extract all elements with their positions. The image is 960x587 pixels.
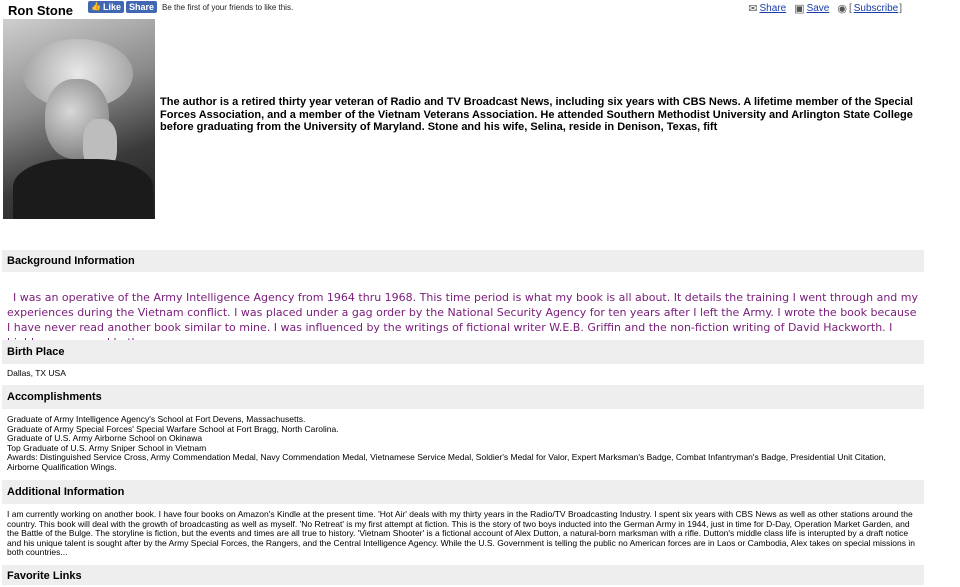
list-item: Awards: Distinguished Service Cross, Arm… <box>7 452 886 472</box>
section-header-background: Background Information <box>2 250 924 272</box>
fb-share-button[interactable]: Share <box>125 1 157 13</box>
subscribe-link[interactable]: Subscribe <box>854 3 898 14</box>
fb-like-button[interactable]: 👍 Like <box>88 1 124 13</box>
author-photo <box>3 19 155 219</box>
rss-icon: ◉ <box>837 3 847 15</box>
top-links: ✉ Share ▣ Save ◉ [ Subscribe ] <box>748 3 902 15</box>
accomplishments-list: Graduate of Army Intelligence Agency's S… <box>7 414 918 472</box>
thumbs-up-icon: 👍 <box>91 2 101 11</box>
additional-text: I am currently working on another book. … <box>7 509 915 557</box>
section-title: Birth Place <box>7 346 65 358</box>
section-header-accomplishments: Accomplishments <box>2 385 924 409</box>
author-bio: The author is a retired thirty year vete… <box>160 96 913 133</box>
section-header-additional: Additional Information <box>2 480 924 504</box>
fb-like-text: Be the first of your friends to like thi… <box>162 2 294 12</box>
author-name: Ron Stone <box>8 3 73 18</box>
section-title: Accomplishments <box>7 391 102 403</box>
fb-like-label: Like <box>102 2 121 12</box>
section-header-birthplace: Birth Place <box>2 340 924 364</box>
share-link[interactable]: Share <box>759 3 786 14</box>
save-icon: ▣ <box>794 3 805 15</box>
envelope-icon: ✉ <box>748 3 758 15</box>
facebook-widget: 👍 Like Share Be the first of your friend… <box>88 1 293 13</box>
section-title: Additional Information <box>7 486 125 498</box>
section-title: Background Information <box>7 255 135 267</box>
section-title: Favorite Links <box>7 570 82 582</box>
section-header-favorite-links: Favorite Links <box>2 565 924 585</box>
birthplace-text: Dallas, TX USA <box>7 368 66 378</box>
save-link[interactable]: Save <box>807 3 830 14</box>
